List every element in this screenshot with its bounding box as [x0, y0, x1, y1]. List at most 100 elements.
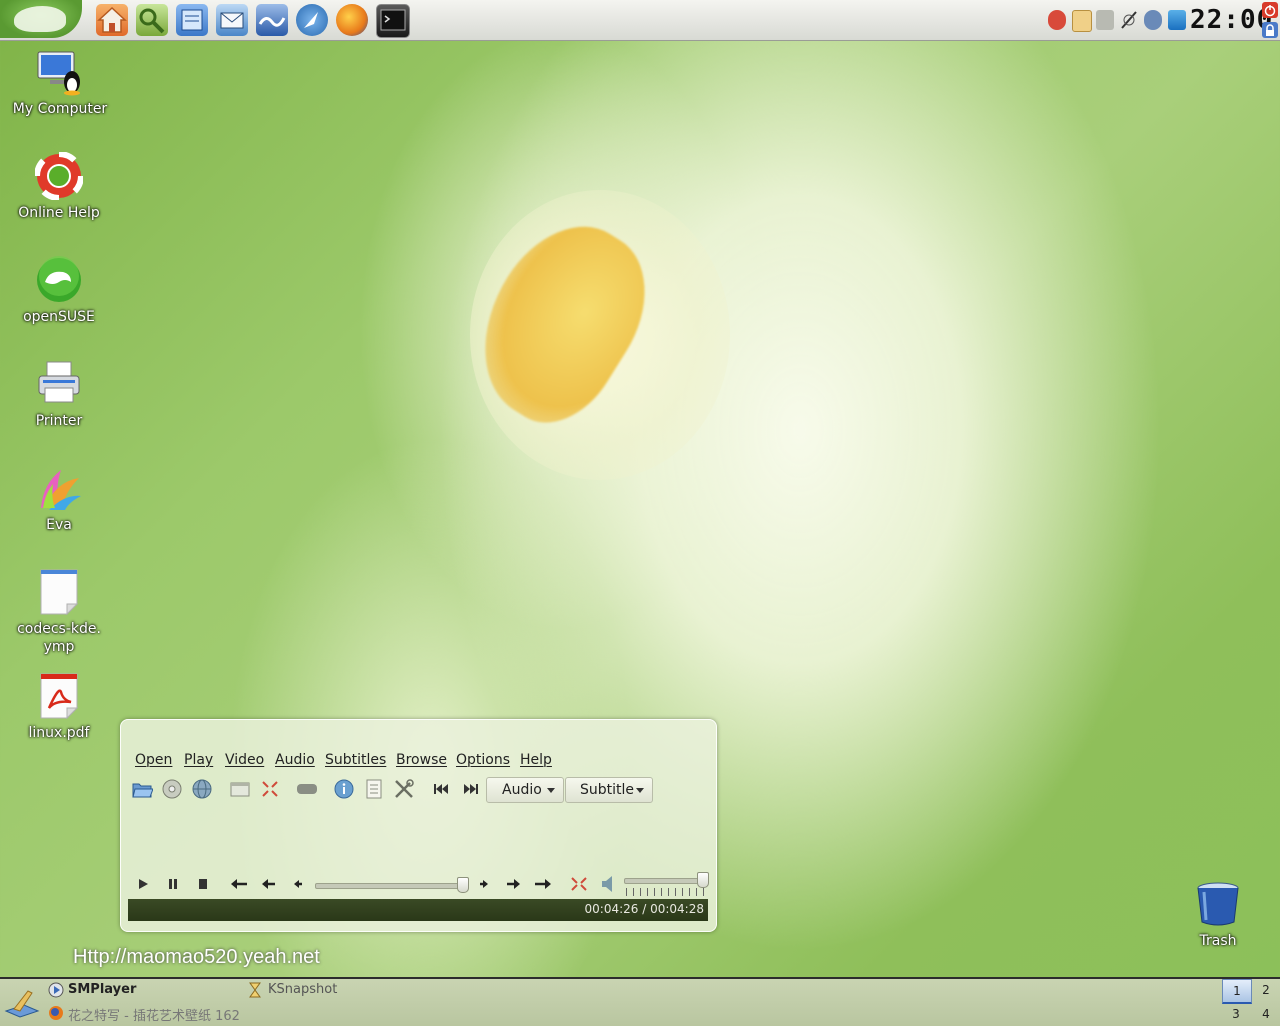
- pdf-file-icon: [35, 672, 83, 720]
- watermark-url: Http://maomao520.yeah.net: [73, 946, 320, 968]
- rewind-short-icon[interactable]: [289, 875, 309, 893]
- pager-desktop-1[interactable]: 1: [1222, 979, 1252, 1004]
- forward-short-icon[interactable]: [473, 875, 493, 893]
- pause-icon[interactable]: [163, 875, 183, 893]
- chevron-down-icon: [547, 788, 555, 793]
- volume-slider[interactable]: [624, 878, 708, 884]
- desktop-icon-codecs-kde-ymp[interactable]: codecs-kde. ymp: [4, 568, 114, 656]
- smplayer-window[interactable]: Open Play Video Audio Subtitles Browse O…: [120, 719, 717, 932]
- menu-help[interactable]: Help: [520, 752, 552, 768]
- subtitle-combo-label: Subtitle: [580, 782, 635, 798]
- file-manager-icon[interactable]: [176, 4, 208, 36]
- klipper-icon[interactable]: [1048, 10, 1066, 30]
- volume-handle[interactable]: [696, 872, 709, 888]
- desktop-icon-online-help[interactable]: Online Help: [4, 151, 114, 222]
- desktop-icon-eva[interactable]: Eva: [4, 464, 114, 534]
- computer-tux-icon: [36, 48, 84, 96]
- opensuse-chameleon-icon: [14, 6, 66, 32]
- desktop-pager: 1 2 3 4: [1222, 979, 1280, 1026]
- play-icon[interactable]: [133, 875, 153, 893]
- open-file-icon[interactable]: [131, 778, 154, 800]
- desktop-icon-label: openSUSE: [23, 309, 95, 325]
- pager-desktop-2[interactable]: 2: [1252, 979, 1280, 1001]
- preferences-tools-icon[interactable]: [393, 778, 415, 800]
- hourglass-icon: [248, 982, 262, 998]
- desktop-icon-trash[interactable]: Trash: [1163, 880, 1273, 950]
- eva-qq-icon: [35, 464, 83, 512]
- desktop-icon-label: Eva: [46, 517, 72, 533]
- seek-handle[interactable]: [457, 877, 469, 893]
- smplayer-task-icon: [48, 982, 64, 998]
- help-lifebuoy-icon: [34, 151, 84, 201]
- audio-mixer-icon[interactable]: [1144, 10, 1162, 30]
- compact-mode-icon[interactable]: [229, 778, 251, 800]
- audio-combo-label: Audio: [502, 782, 542, 798]
- network-disconnected-icon[interactable]: [1120, 10, 1138, 30]
- previous-track-icon[interactable]: [430, 778, 452, 800]
- task-smplayer[interactable]: SMPlayer: [68, 982, 136, 997]
- printer-tray-icon[interactable]: [1096, 10, 1114, 30]
- opensuse-logo-icon: [35, 256, 83, 304]
- status-bar: 00:04:26 / 00:04:28: [128, 899, 708, 921]
- menu-audio[interactable]: Audio: [275, 752, 315, 768]
- desktop-icon-label: Trash: [1199, 933, 1237, 949]
- subtitle-track-combo[interactable]: Subtitle: [565, 777, 653, 803]
- fullscreen-icon[interactable]: [259, 778, 281, 800]
- chevron-down-icon: [636, 788, 644, 793]
- screenshot-icon[interactable]: [296, 778, 318, 800]
- time-display: 00:04:26 / 00:04:28: [584, 902, 704, 916]
- menu-browse[interactable]: Browse: [396, 752, 447, 768]
- rewind-medium-icon[interactable]: [259, 875, 279, 893]
- kword-office-icon[interactable]: [256, 4, 288, 36]
- firefox-task-icon: [48, 1005, 64, 1021]
- playlist-icon[interactable]: [363, 778, 385, 800]
- forward-long-icon[interactable]: [533, 875, 553, 893]
- menu-open[interactable]: Open: [135, 752, 172, 768]
- menu-video[interactable]: Video: [225, 752, 264, 768]
- next-track-icon[interactable]: [460, 778, 482, 800]
- desktop-icon-my-computer[interactable]: My Computer: [5, 48, 115, 118]
- firefox-icon[interactable]: [336, 4, 368, 36]
- volume-speaker-icon[interactable]: [599, 875, 619, 893]
- pager-desktop-4[interactable]: 4: [1252, 1003, 1280, 1025]
- lock-screen-icon[interactable]: [1262, 22, 1278, 38]
- desktop-icon-label: Printer: [35, 413, 83, 429]
- logout-icon[interactable]: [1262, 2, 1278, 18]
- pager-desktop-3[interactable]: 3: [1222, 1003, 1250, 1025]
- show-desktop-icon[interactable]: [4, 985, 40, 1021]
- seek-bar[interactable]: [315, 883, 467, 889]
- desktop-icon-printer[interactable]: Printer: [4, 360, 114, 430]
- info-icon[interactable]: [333, 778, 355, 800]
- stop-icon[interactable]: [193, 875, 213, 893]
- document-file-icon: [35, 568, 83, 616]
- desktop-icon-opensuse[interactable]: openSUSE: [4, 256, 114, 326]
- yast-control-center-icon[interactable]: [136, 4, 168, 36]
- desktop-icon-linux-pdf[interactable]: linux.pdf: [4, 672, 114, 742]
- kde-wallet-icon[interactable]: [1168, 10, 1186, 30]
- audio-track-combo[interactable]: Audio: [486, 777, 564, 803]
- open-url-globe-icon[interactable]: [191, 778, 213, 800]
- fullscreen-toggle-icon[interactable]: [569, 875, 589, 893]
- desktop-icon-label: My Computer: [12, 101, 108, 117]
- top-panel: 22:00: [0, 0, 1280, 41]
- kontact-mail-icon[interactable]: [216, 4, 248, 36]
- trash-can-icon: [1194, 880, 1242, 928]
- volume-ticks: [626, 888, 704, 896]
- menu-play[interactable]: Play: [184, 752, 213, 768]
- home-icon[interactable]: [96, 4, 128, 36]
- task-firefox[interactable]: 花之特写 - 插花艺术壁纸 162: [68, 1005, 240, 1024]
- menu-options[interactable]: Options: [456, 752, 510, 768]
- konqueror-browser-icon[interactable]: [296, 4, 328, 36]
- clock[interactable]: 22:00: [1190, 4, 1272, 36]
- desktop-icon-label: codecs-kde. ymp: [17, 621, 101, 655]
- task-ksnapshot[interactable]: KSnapshot: [268, 982, 337, 997]
- kmenu-button[interactable]: [0, 0, 82, 38]
- menu-subtitles[interactable]: Subtitles: [325, 752, 386, 768]
- forward-medium-icon[interactable]: [503, 875, 523, 893]
- open-dvd-icon[interactable]: [161, 778, 183, 800]
- bottom-panel: SMPlayer KSnapshot 花之特写 - 插花艺术壁纸 162 1 2…: [0, 977, 1280, 1026]
- terminal-icon[interactable]: [376, 4, 410, 38]
- rewind-long-icon[interactable]: [229, 875, 249, 893]
- kde-updater-icon[interactable]: [1072, 10, 1092, 32]
- desktop-icon-label: Online Help: [18, 205, 100, 221]
